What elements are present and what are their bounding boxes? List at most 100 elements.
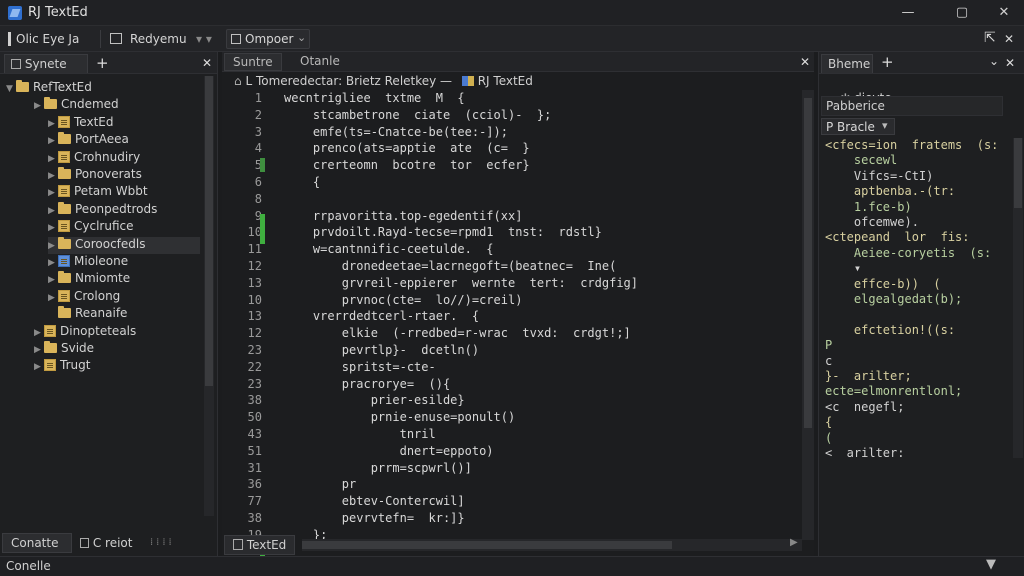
outline-search-field[interactable]: Pabberice bbox=[821, 96, 1003, 116]
filter-icon[interactable]: ▼ bbox=[986, 557, 996, 572]
tab-synete[interactable]: Synete bbox=[4, 54, 88, 73]
code-area[interactable]: wecntrigliee txtme M { stcambetrone ciat… bbox=[284, 90, 799, 540]
code-line[interactable]: pevrtlp}- dcetln() bbox=[284, 342, 799, 359]
code-line[interactable] bbox=[284, 191, 799, 208]
outline-line[interactable]: { bbox=[825, 415, 832, 431]
tree-scrollbar-thumb[interactable] bbox=[205, 76, 213, 386]
outline-item[interactable]: ✲ dioyte bbox=[825, 77, 891, 105]
tree-item[interactable]: ▼ RefTextEd bbox=[6, 80, 92, 97]
tab-suntre[interactable]: Suntre bbox=[224, 53, 282, 71]
outline-line[interactable]: efctetion!((s: bbox=[825, 323, 955, 339]
tree-item[interactable]: ▶ PortAeea bbox=[48, 132, 129, 149]
code-line[interactable]: wecntrigliee txtme M { bbox=[284, 90, 799, 107]
tab-creiot[interactable]: C reiot bbox=[80, 536, 132, 550]
code-line[interactable]: vrerrdedtcerl-rtaer. { bbox=[284, 308, 799, 325]
tree-item[interactable]: ▶ Cyclrufice bbox=[48, 219, 134, 236]
restore-panel-button[interactable]: ⇱ bbox=[984, 30, 996, 46]
tree-item[interactable]: ▶ Mioleone bbox=[48, 254, 128, 271]
tab-conatte[interactable]: Conatte bbox=[2, 533, 72, 553]
code-line[interactable]: prvdoilt.Rayd-tecse=rpmd1 tnst: rdstl} bbox=[284, 224, 799, 241]
chevron-down-icon[interactable]: ▾ ▾ bbox=[196, 32, 212, 46]
outline-line[interactable]: ( bbox=[825, 431, 832, 447]
chevron-right-icon[interactable]: ▶ bbox=[48, 293, 58, 303]
toolbar-button-2[interactable]: Redyemu bbox=[130, 32, 187, 46]
chevron-right-icon[interactable]: ▶ bbox=[48, 188, 58, 198]
scroll-right-icon[interactable]: ▶ bbox=[790, 537, 798, 548]
outline-line[interactable]: < arilter: bbox=[825, 446, 904, 462]
outline-filter-dropdown[interactable]: P Bracle ▾ bbox=[821, 118, 895, 135]
tab-texted-bottom[interactable]: TextEd bbox=[224, 535, 296, 555]
chevron-right-icon[interactable]: ▶ bbox=[34, 345, 44, 355]
outline-line[interactable]: P bbox=[825, 338, 832, 354]
outline-line[interactable]: ofcemwe). bbox=[825, 215, 919, 231]
outline-line[interactable]: Vifcs=-CtI) bbox=[825, 169, 933, 185]
chevron-right-icon[interactable]: ▶ bbox=[48, 206, 58, 216]
tree-scrollbar[interactable] bbox=[204, 76, 214, 516]
code-line[interactable]: w=cantnnific-ceetulde. { bbox=[284, 241, 799, 258]
tree-item[interactable]: ▶ Coroocfedls bbox=[48, 236, 200, 254]
outline-line[interactable]: <cfecs=ion fratems (s: bbox=[825, 138, 998, 154]
code-line[interactable]: stcambetrone ciate (cciol)- }; bbox=[284, 107, 799, 124]
code-line[interactable]: spritst=-cte- bbox=[284, 359, 799, 376]
add-tab-button[interactable]: + bbox=[881, 53, 894, 71]
tree-item[interactable]: ▶ Dinopteteals bbox=[34, 324, 136, 341]
code-line[interactable]: prvnoc(cte= lo//)=creil) bbox=[284, 292, 799, 309]
tree-item[interactable]: ▶ Ponoverats bbox=[48, 167, 142, 184]
editor-horizontal-scrollbar[interactable] bbox=[302, 539, 802, 551]
editor-hscroll-thumb[interactable] bbox=[302, 541, 672, 549]
chevron-right-icon[interactable]: ▶ bbox=[48, 154, 58, 164]
close-window-button[interactable]: ✕ bbox=[992, 3, 1016, 23]
code-line[interactable]: pr bbox=[284, 476, 799, 493]
outline-line[interactable]: Aeiee-coryetis (s: bbox=[825, 246, 991, 262]
code-line[interactable]: rrpavoritta.top-egedentif(xx] bbox=[284, 208, 799, 225]
code-line[interactable]: prnie-enuse=ponult() bbox=[284, 409, 799, 426]
code-line[interactable]: ebtev-Contercwil] bbox=[284, 493, 799, 510]
status-label[interactable]: Conelle bbox=[6, 559, 51, 573]
tree-item[interactable]: ▶ Cndemed bbox=[34, 97, 119, 114]
code-line[interactable]: grvreil-eppierer wernte tert: crdgfig] bbox=[284, 275, 799, 292]
code-line[interactable]: dronedeetae=lacrnegoft=(beatnec= Ine( bbox=[284, 258, 799, 275]
outline-line[interactable]: aptbenba.-(tr: bbox=[825, 184, 955, 200]
outline-line[interactable]: ▾ bbox=[825, 261, 861, 277]
close-panel-button[interactable]: ✕ bbox=[1005, 56, 1015, 70]
chevron-right-icon[interactable]: ▶ bbox=[48, 171, 58, 181]
add-tab-button[interactable]: + bbox=[96, 54, 109, 72]
tab-otanle[interactable]: Otanle bbox=[292, 53, 348, 71]
code-line[interactable]: elkie (-rredbed=r-wrac tvxd: crdgt!;] bbox=[284, 325, 799, 342]
chevron-right-icon[interactable]: ▶ bbox=[48, 119, 58, 129]
close-panel-button[interactable]: ✕ bbox=[202, 56, 212, 70]
chevron-down-icon[interactable]: ▼ bbox=[6, 84, 16, 94]
editor-scrollbar-thumb[interactable] bbox=[804, 98, 812, 428]
outline-line[interactable]: <c negefl; bbox=[825, 400, 904, 416]
outline-line[interactable]: effce-b)) ( bbox=[825, 277, 941, 293]
code-line[interactable]: pevrvtefn= kr:]} bbox=[284, 510, 799, 527]
chevron-right-icon[interactable]: ▶ bbox=[48, 258, 58, 268]
outline-scrollbar[interactable] bbox=[1013, 138, 1023, 458]
chevron-right-icon[interactable]: ▶ bbox=[48, 275, 58, 285]
outline-line[interactable]: elgealgedat(b); bbox=[825, 292, 962, 308]
code-line[interactable]: dnert=eppoto) bbox=[284, 443, 799, 460]
code-line[interactable]: pracrorye= (){ bbox=[284, 376, 799, 393]
outline-scrollbar-thumb[interactable] bbox=[1014, 138, 1022, 208]
chevron-right-icon[interactable]: ▶ bbox=[34, 328, 44, 338]
tree-item[interactable]: ▶ Svide bbox=[34, 341, 94, 358]
tree-item[interactable]: ▶ Crohnudiry bbox=[48, 150, 140, 167]
breadcrumb-file[interactable]: RJ TextEd bbox=[478, 74, 533, 88]
outline-line[interactable]: secewl bbox=[825, 153, 897, 169]
code-line[interactable]: prenco(ats=apptie ate (c= } bbox=[284, 140, 799, 157]
chevron-right-icon[interactable]: ▶ bbox=[48, 241, 58, 251]
tree-item[interactable]: ▶ Trugt bbox=[34, 358, 90, 375]
code-line[interactable]: crerteomn bcotre tor ecfer} bbox=[284, 157, 799, 174]
outline-line[interactable]: <ctepeand lor fis: bbox=[825, 230, 970, 246]
tree-item[interactable]: ▶ Petam Wbbt bbox=[48, 184, 148, 201]
tree-item[interactable]: ▶ Crolong bbox=[48, 289, 120, 306]
chevron-down-icon[interactable]: ⌄ bbox=[989, 54, 999, 68]
toolbar-button-1[interactable]: Olic Eye Ja bbox=[16, 32, 79, 46]
tree-item[interactable]: Reanaife bbox=[48, 306, 127, 323]
more-icon[interactable]: ⁞⁞⁞⁞ bbox=[150, 537, 175, 548]
editor-vertical-scrollbar[interactable] bbox=[802, 90, 814, 540]
tree-item[interactable]: ▶ Nmiomte bbox=[48, 271, 130, 288]
chevron-right-icon[interactable]: ▶ bbox=[48, 136, 58, 146]
code-line[interactable]: }; bbox=[284, 527, 799, 540]
outline-line[interactable]: }- arilter; bbox=[825, 369, 912, 385]
